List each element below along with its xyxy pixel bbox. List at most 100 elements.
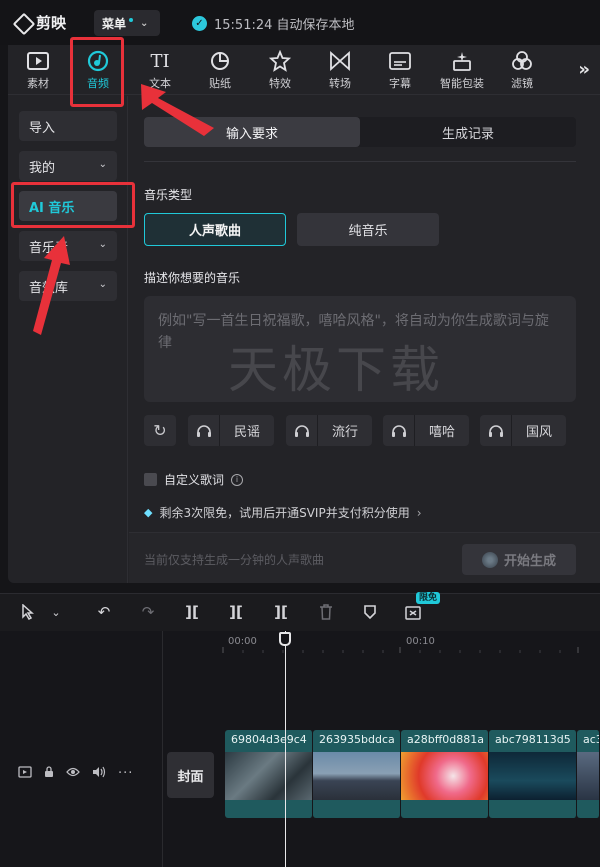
trim-left-icon[interactable]: ][ bbox=[226, 602, 246, 622]
style-chip-hiphop[interactable]: 嘻哈 bbox=[383, 415, 469, 446]
lock-icon[interactable] bbox=[44, 766, 54, 781]
music-description-input[interactable]: 例如"写一首生日祝福歌，嘻哈风格"，将自动为你生成歌词与旋律 bbox=[144, 296, 576, 402]
chevron-right-icon: › bbox=[416, 505, 422, 520]
tool-smart-pack[interactable]: 智能包装 bbox=[434, 49, 490, 93]
redo-icon[interactable]: ↷ bbox=[138, 602, 158, 622]
eye-icon[interactable] bbox=[66, 767, 80, 780]
sidebar-item-label: 导入 bbox=[29, 120, 56, 136]
track-video-icon[interactable] bbox=[18, 766, 32, 781]
filter-icon bbox=[512, 51, 532, 70]
timeline-toolbar: ⌄ ↶ ↷ ][ ][ ][ 限免 bbox=[0, 592, 600, 631]
promo-text: 剩余3次限免，试用后开通SVIP并支付积分使用 bbox=[159, 506, 410, 520]
ai-edit-icon[interactable] bbox=[404, 602, 424, 622]
chevron-down-icon: ⌄ bbox=[98, 159, 107, 170]
playhead[interactable] bbox=[285, 631, 286, 867]
effects-icon bbox=[269, 50, 291, 72]
video-clip[interactable]: 69804d3e9c4 bbox=[225, 730, 313, 818]
clip-name: 263935bddca bbox=[319, 733, 395, 746]
style-chip-pop[interactable]: 流行 bbox=[286, 415, 372, 446]
svip-promo[interactable]: ◆ 剩余3次限免，试用后开通SVIP并支付积分使用 › bbox=[144, 504, 422, 521]
transition-icon bbox=[330, 51, 350, 71]
custom-lyrics-option[interactable]: 自定义歌词 i bbox=[144, 471, 244, 488]
vocal-song-button[interactable]: 人声歌曲 bbox=[144, 213, 286, 246]
chevron-down-icon: ⌄ bbox=[98, 239, 107, 250]
video-clip[interactable]: abc798113d5 bbox=[489, 730, 577, 818]
media-panel: 素材 音频 TI 文本 贴纸 特效 转场 字幕 智能包装 滤镜 » 导入 我的 … bbox=[8, 45, 600, 583]
ai-music-tabs: 输入要求 生成记录 bbox=[144, 117, 576, 147]
divider bbox=[144, 161, 576, 162]
clip-thumbnail bbox=[577, 752, 599, 800]
autosave-text: 15:51:24 自动保存本地 bbox=[214, 18, 355, 33]
headphones-icon bbox=[391, 424, 406, 437]
audio-sidebar: 导入 我的 ⌄ AI 音乐 音乐素 ⌄ 音效库 ⌄ bbox=[8, 96, 128, 583]
refresh-styles-button[interactable]: ↻ bbox=[144, 415, 176, 446]
clip-thumbnail bbox=[401, 752, 488, 800]
shield-icon[interactable] bbox=[360, 602, 380, 622]
sidebar-item-label: AI 音乐 bbox=[29, 200, 75, 216]
tool-transition[interactable]: 转场 bbox=[312, 49, 368, 93]
menu-notification-dot bbox=[129, 18, 134, 22]
tool-label: 贴纸 bbox=[209, 77, 231, 90]
undo-icon[interactable]: ↶ bbox=[94, 602, 114, 622]
instrumental-button[interactable]: 纯音乐 bbox=[297, 213, 439, 246]
video-clip[interactable]: ac3 bbox=[577, 730, 600, 818]
sidebar-item-ai-music[interactable]: AI 音乐 bbox=[19, 191, 117, 221]
style-chip-folk[interactable]: 民谣 bbox=[188, 415, 274, 446]
video-clip[interactable]: a28bff0d881a bbox=[401, 730, 489, 818]
custom-lyrics-checkbox[interactable] bbox=[144, 473, 157, 486]
tool-text[interactable]: TI 文本 bbox=[132, 49, 188, 93]
start-generate-button[interactable]: 开始生成 bbox=[462, 544, 576, 575]
chevron-down-icon[interactable]: ⌄ bbox=[48, 602, 64, 622]
trim-right-icon[interactable]: ][ bbox=[271, 602, 291, 622]
tool-audio[interactable]: 音频 bbox=[70, 49, 126, 93]
tool-label: 音频 bbox=[87, 77, 109, 90]
tool-label: 转场 bbox=[329, 77, 351, 90]
tool-sticker[interactable]: 贴纸 bbox=[192, 49, 248, 93]
delete-icon[interactable] bbox=[316, 602, 336, 622]
sidebar-item-label: 音效库 bbox=[29, 280, 69, 296]
autosave-status: ✓ 15:51:24 自动保存本地 bbox=[192, 14, 355, 33]
sidebar-item-music[interactable]: 音乐素 ⌄ bbox=[19, 231, 117, 261]
more-options-icon[interactable]: ··· bbox=[118, 766, 133, 781]
tool-media[interactable]: 素材 bbox=[10, 49, 66, 93]
track-controls: ··· bbox=[18, 766, 133, 781]
sidebar-item-mine[interactable]: 我的 ⌄ bbox=[19, 151, 117, 181]
tool-label: 特效 bbox=[269, 77, 291, 90]
check-icon: ✓ bbox=[192, 16, 207, 31]
app-logo: 剪映 bbox=[14, 12, 66, 33]
headphones-icon bbox=[294, 424, 309, 437]
style-chip-guofeng[interactable]: 国风 bbox=[480, 415, 566, 446]
clip-name: a28bff0d881a bbox=[407, 733, 485, 746]
more-tools-icon[interactable]: » bbox=[578, 59, 590, 80]
tool-subtitle[interactable]: 字幕 bbox=[372, 49, 428, 93]
capcut-logo-icon bbox=[14, 14, 32, 32]
select-cursor-icon[interactable] bbox=[18, 602, 38, 622]
sidebar-item-import[interactable]: 导入 bbox=[19, 111, 117, 141]
volume-icon[interactable] bbox=[92, 766, 106, 781]
title-bar: 剪映 菜单 ⌄ ✓ 15:51:24 自动保存本地 bbox=[0, 0, 600, 45]
video-clip[interactable]: 263935bddca bbox=[313, 730, 401, 818]
split-icon[interactable]: ][ bbox=[182, 602, 202, 622]
generate-label: 开始生成 bbox=[503, 554, 556, 569]
clip-name: 69804d3e9c4 bbox=[231, 733, 307, 746]
tool-label: 字幕 bbox=[389, 77, 411, 90]
sidebar-item-sound-effects[interactable]: 音效库 ⌄ bbox=[19, 271, 117, 301]
cover-button[interactable]: 封面 bbox=[167, 752, 214, 798]
custom-lyrics-label: 自定义歌词 bbox=[164, 473, 225, 487]
refresh-icon: ↻ bbox=[153, 421, 167, 440]
style-label: 国风 bbox=[525, 425, 552, 440]
sidebar-item-label: 音乐素 bbox=[29, 240, 69, 256]
menu-button[interactable]: 菜单 ⌄ bbox=[94, 10, 160, 36]
menu-label: 菜单 bbox=[102, 16, 127, 31]
sticker-icon bbox=[211, 52, 229, 70]
tab-input[interactable]: 输入要求 bbox=[144, 117, 360, 147]
playhead-handle[interactable] bbox=[279, 632, 291, 646]
tab-history[interactable]: 生成记录 bbox=[360, 117, 576, 147]
tool-effects[interactable]: 特效 bbox=[252, 49, 308, 93]
music-type-label: 音乐类型 bbox=[144, 188, 193, 202]
free-badge: 限免 bbox=[416, 592, 441, 604]
info-icon[interactable]: i bbox=[231, 473, 244, 486]
tool-filter[interactable]: 滤镜 bbox=[494, 49, 550, 93]
smart-pack-icon bbox=[453, 52, 471, 71]
tool-label: 滤镜 bbox=[511, 77, 533, 90]
